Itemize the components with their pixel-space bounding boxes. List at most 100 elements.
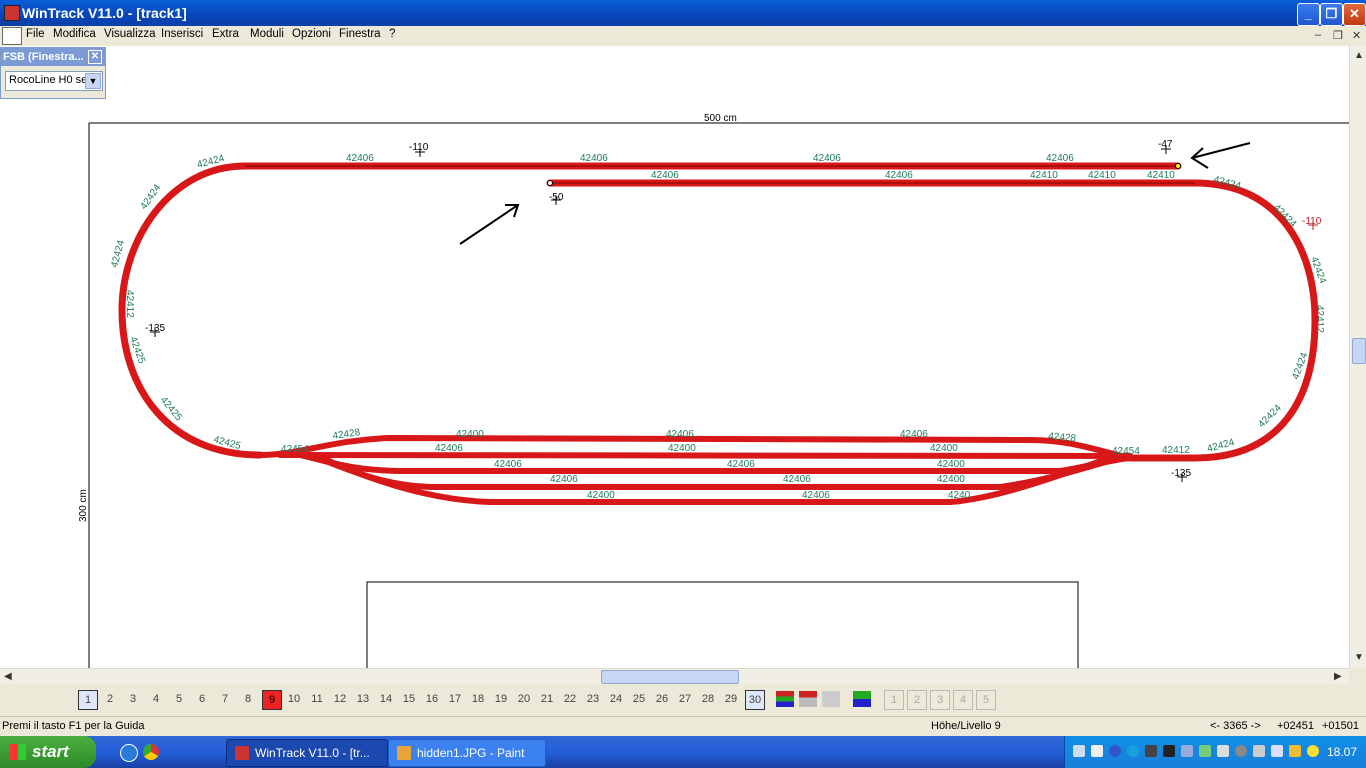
menu-modifica[interactable]: Modifica <box>53 28 96 40</box>
shield-icon[interactable] <box>1289 745 1301 757</box>
menu-file[interactable]: File <box>26 28 45 40</box>
track-label: 42400 <box>587 490 615 501</box>
taskbar-item-paint[interactable]: hidden1.JPG - Paint <box>388 739 546 767</box>
menu-help[interactable]: ? <box>389 28 395 40</box>
layers-disabled-icon[interactable] <box>822 691 840 707</box>
layers-stack-icon[interactable] <box>853 691 871 707</box>
layer-button-14[interactable]: 14 <box>377 690 395 708</box>
track-label: 42400 <box>456 429 484 440</box>
tray-icon[interactable] <box>1199 745 1211 757</box>
menu-visualizza[interactable]: Visualizza <box>104 28 156 40</box>
group-button-1[interactable]: 1 <box>884 690 904 710</box>
maximize-button[interactable]: ❐ <box>1320 3 1343 26</box>
group-button-3[interactable]: 3 <box>930 690 950 710</box>
scroll-up-icon[interactable]: ▲ <box>1354 50 1364 61</box>
layer-button-27[interactable]: 27 <box>676 690 694 708</box>
layer-button-30[interactable]: 30 <box>745 690 765 710</box>
layer-button-9[interactable]: 9 <box>262 690 282 710</box>
layer-button-2[interactable]: 2 <box>101 690 119 708</box>
chrome-icon[interactable] <box>143 744 159 760</box>
document-icon[interactable] <box>2 27 22 45</box>
mdi-restore-button[interactable]: ❐ <box>1333 29 1343 42</box>
layer-button-25[interactable]: 25 <box>630 690 648 708</box>
fsb-titlebar[interactable]: FSB (Finestra... ✕ <box>1 48 105 66</box>
group-button-4[interactable]: 4 <box>953 690 973 710</box>
group-button-2[interactable]: 2 <box>907 690 927 710</box>
monitor-icon[interactable] <box>1145 745 1157 757</box>
bluetooth-icon[interactable] <box>1109 745 1121 757</box>
layer-button-1[interactable]: 1 <box>78 690 98 710</box>
horizontal-scroll-thumb[interactable] <box>601 670 739 684</box>
layer-button-23[interactable]: 23 <box>584 690 602 708</box>
layer-button-28[interactable]: 28 <box>699 690 717 708</box>
mdi-close-button[interactable]: ✕ <box>1352 29 1361 42</box>
network-icon[interactable] <box>1181 745 1193 757</box>
scroll-left-icon[interactable]: ◀ <box>4 671 12 682</box>
start-button[interactable]: start <box>0 736 96 768</box>
layer-button-5[interactable]: 5 <box>170 690 188 708</box>
app-icon[interactable] <box>4 5 20 21</box>
layer-button-8[interactable]: 8 <box>239 690 257 708</box>
track-plan[interactable]: 500 cm 300 cm 42406 42406 42406 42406 42… <box>0 46 1349 668</box>
taskbar-item-wintrack[interactable]: WinTrack V11.0 - [tr... <box>226 739 388 767</box>
tray-icon[interactable] <box>1073 745 1085 757</box>
layers-hide-icon[interactable] <box>799 691 817 707</box>
tray-icon[interactable] <box>1235 745 1247 757</box>
vertical-scroll-thumb[interactable] <box>1352 338 1366 364</box>
layer-button-10[interactable]: 10 <box>285 690 303 708</box>
mdi-minimize-button[interactable]: – <box>1315 29 1321 41</box>
inner-right-loop-track <box>546 179 1319 462</box>
layer-button-21[interactable]: 21 <box>538 690 556 708</box>
fsb-panel: FSB (Finestra... ✕ RocoLine H0 se ▼ <box>0 47 106 99</box>
layer-button-3[interactable]: 3 <box>124 690 142 708</box>
menu-moduli[interactable]: Moduli <box>250 28 284 40</box>
track-label: 42406 <box>494 459 522 470</box>
group-button-5[interactable]: 5 <box>976 690 996 710</box>
clock[interactable]: 18.07 <box>1327 745 1357 759</box>
track-labels: 42406 42406 42406 42406 42406 42406 4241… <box>109 153 1328 501</box>
scroll-right-icon[interactable]: ▶ <box>1334 671 1342 682</box>
lower-board-outline <box>366 581 1079 668</box>
monitor-icon[interactable] <box>1163 745 1175 757</box>
layer-button-19[interactable]: 19 <box>492 690 510 708</box>
paint-icon <box>397 746 411 760</box>
menu-inserisci[interactable]: Inserisci <box>161 28 203 40</box>
horizontal-scrollbar[interactable]: ◀ ▶ <box>0 668 1349 685</box>
tray-icon[interactable] <box>1091 745 1103 757</box>
layer-button-11[interactable]: 11 <box>308 690 326 708</box>
speaker-icon[interactable] <box>1217 745 1229 757</box>
layer-button-6[interactable]: 6 <box>193 690 211 708</box>
scroll-down-icon[interactable]: ▼ <box>1354 652 1364 663</box>
tray-icon[interactable] <box>1307 745 1319 757</box>
minimize-button[interactable]: _ <box>1297 3 1320 26</box>
close-button[interactable]: ✕ <box>1343 3 1366 26</box>
track-label: 4240 <box>948 490 971 501</box>
layer-button-12[interactable]: 12 <box>331 690 349 708</box>
layer-button-15[interactable]: 15 <box>400 690 418 708</box>
track-system-select[interactable]: RocoLine H0 se ▼ <box>5 71 103 91</box>
tray-icon[interactable] <box>1127 745 1139 757</box>
chevron-down-icon[interactable]: ▼ <box>85 73 101 89</box>
menu-opzioni[interactable]: Opzioni <box>292 28 331 40</box>
track-plan-canvas[interactable]: 500 cm 300 cm 42406 42406 42406 42406 42… <box>0 46 1349 668</box>
vertical-scrollbar[interactable]: ▲ ▼ <box>1349 46 1366 668</box>
layer-button-17[interactable]: 17 <box>446 690 464 708</box>
tray-icon[interactable] <box>1253 745 1265 757</box>
layer-button-22[interactable]: 22 <box>561 690 579 708</box>
tray-icon[interactable] <box>1271 745 1283 757</box>
layer-button-7[interactable]: 7 <box>216 690 234 708</box>
layer-button-24[interactable]: 24 <box>607 690 625 708</box>
menu-finestra[interactable]: Finestra <box>339 28 381 40</box>
layer-button-29[interactable]: 29 <box>722 690 740 708</box>
layer-button-26[interactable]: 26 <box>653 690 671 708</box>
track-label: 42406 <box>900 429 928 440</box>
layer-button-4[interactable]: 4 <box>147 690 165 708</box>
close-icon[interactable]: ✕ <box>88 50 102 64</box>
layer-button-20[interactable]: 20 <box>515 690 533 708</box>
menu-extra[interactable]: Extra <box>212 28 239 40</box>
layer-button-18[interactable]: 18 <box>469 690 487 708</box>
layers-show-all-icon[interactable] <box>776 691 794 707</box>
layer-button-16[interactable]: 16 <box>423 690 441 708</box>
layer-button-13[interactable]: 13 <box>354 690 372 708</box>
ie-icon[interactable] <box>120 744 138 762</box>
